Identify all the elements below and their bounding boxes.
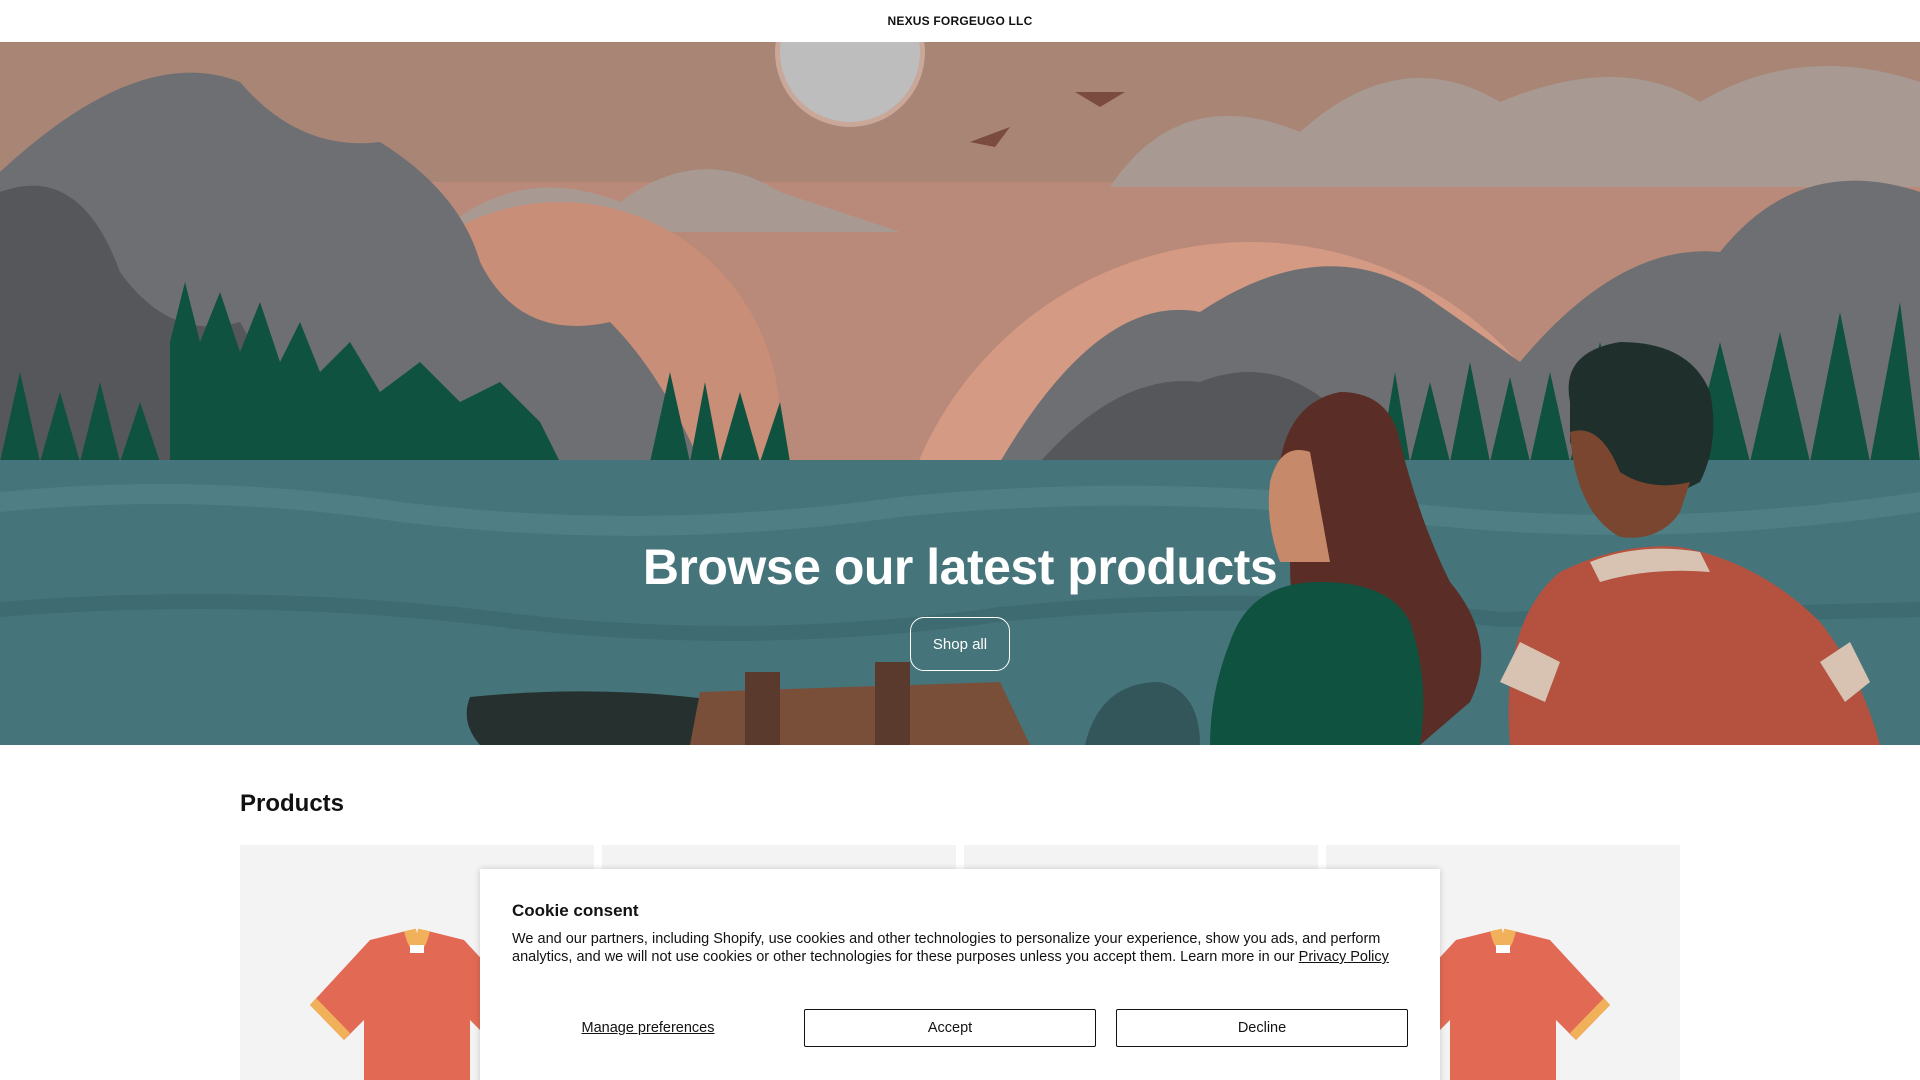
store-name[interactable]: NEXUS FORGEUGO LLC <box>888 14 1033 28</box>
products-heading: Products <box>240 790 345 817</box>
privacy-policy-link[interactable]: Privacy Policy <box>1299 949 1389 965</box>
accept-button[interactable]: Accept <box>804 1009 1096 1047</box>
site-header: NEXUS FORGEUGO LLC <box>0 0 1920 42</box>
hero-banner: Browse our latest products Shop all <box>0 42 1920 745</box>
manage-preferences-button[interactable]: Manage preferences <box>512 1009 784 1047</box>
hero-content: Browse our latest products Shop all <box>0 540 1920 671</box>
decline-button[interactable]: Decline <box>1116 1009 1408 1047</box>
cookie-title: Cookie consent <box>512 901 639 920</box>
cookie-body-text: We and our partners, including Shopify, … <box>512 931 1381 965</box>
cookie-actions: Manage preferences Accept Decline <box>512 1009 1408 1047</box>
shop-all-button[interactable]: Shop all <box>910 617 1010 671</box>
cookie-description: We and our partners, including Shopify, … <box>512 930 1392 966</box>
cookie-consent-banner: Cookie consent We and our partners, incl… <box>480 869 1440 1080</box>
hero-title: Browse our latest products <box>642 539 1278 595</box>
